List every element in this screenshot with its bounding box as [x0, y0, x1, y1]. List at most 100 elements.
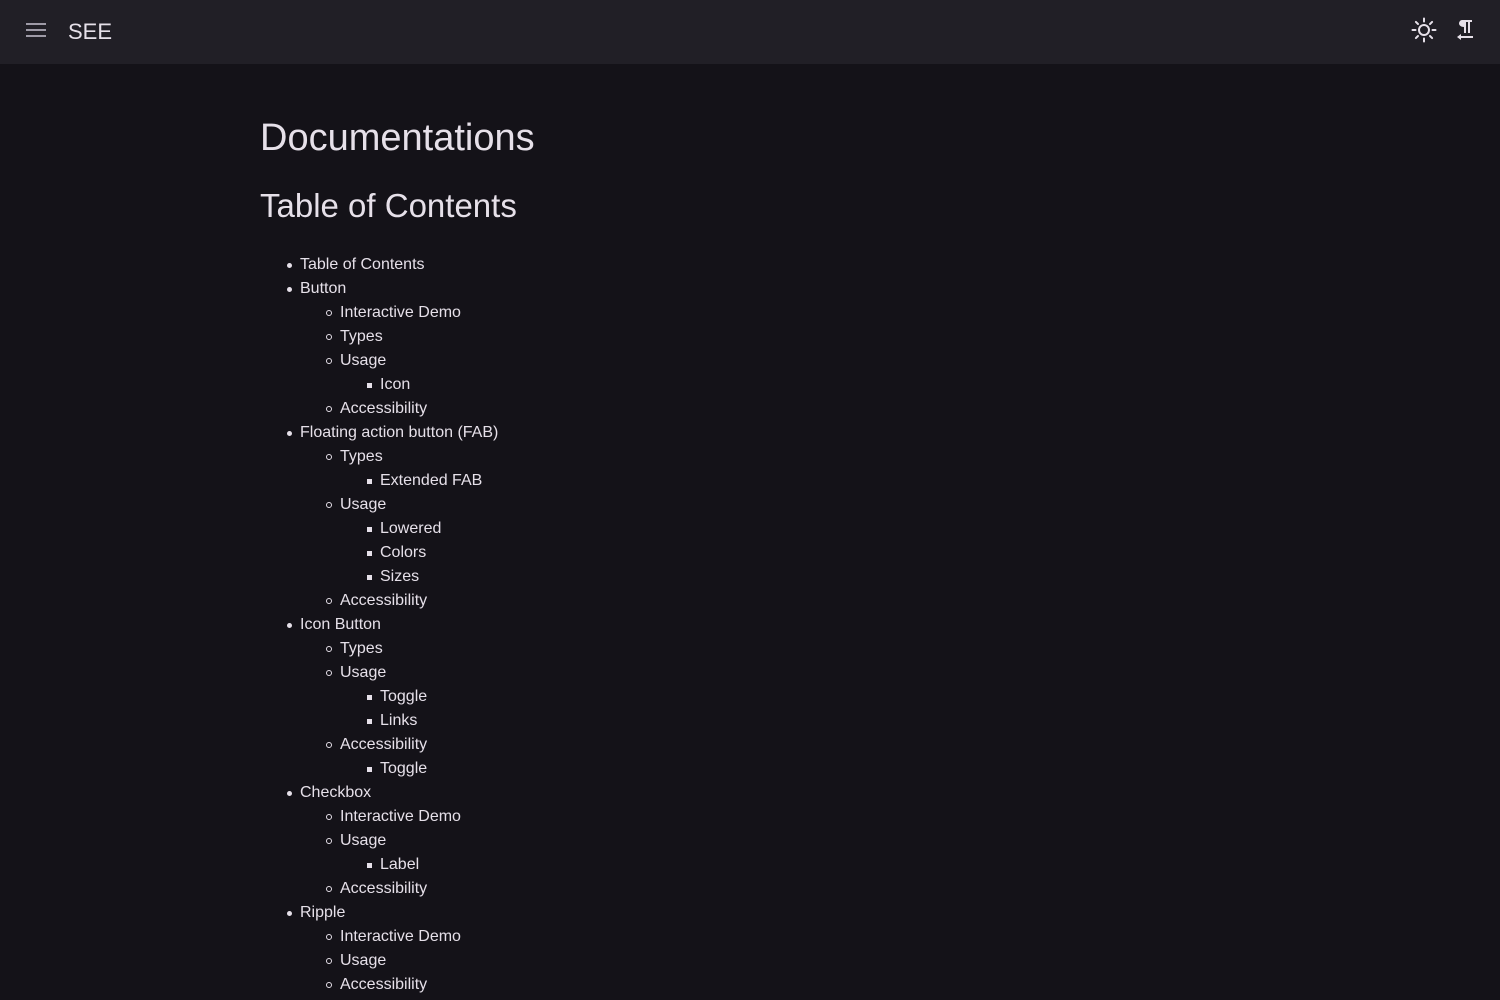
- toc-item[interactable]: Accessibility: [260, 877, 498, 901]
- toc-item-label: Accessibility: [340, 736, 428, 753]
- toc-item-label: Types: [340, 328, 383, 345]
- menu-icon: [26, 22, 46, 42]
- toc-item[interactable]: Label: [260, 853, 498, 877]
- toc-item[interactable]: Colors: [260, 541, 498, 565]
- bullet-circle-icon: [326, 358, 332, 364]
- page-title: Documentations: [260, 117, 535, 159]
- toc-item-label: Accessibility: [340, 976, 428, 993]
- bullet-disc-icon: [287, 791, 292, 796]
- bullet-square-icon: [367, 575, 372, 580]
- toc-item[interactable]: Interactive Demo: [260, 805, 498, 829]
- toc-item-label: Checkbox: [300, 784, 372, 801]
- toc-item-label: Interactive Demo: [340, 928, 461, 945]
- toc-item[interactable]: Accessibility: [260, 397, 498, 421]
- toc-item[interactable]: Icon Button: [260, 613, 498, 637]
- toc-item[interactable]: Icon: [260, 373, 498, 397]
- bullet-circle-icon: [326, 814, 332, 820]
- bullet-circle-icon: [326, 406, 332, 412]
- toc-item[interactable]: Sizes: [260, 565, 498, 589]
- toc-item[interactable]: Accessibility: [260, 733, 498, 757]
- toc-item[interactable]: Extended FAB: [260, 469, 498, 493]
- toc-item-label: Interactive Demo: [340, 304, 461, 321]
- bullet-circle-icon: [326, 958, 332, 964]
- bullet-disc-icon: [287, 287, 292, 292]
- text-direction-button[interactable]: [1444, 12, 1484, 52]
- toc-item[interactable]: Toggle: [260, 757, 498, 781]
- toc-item[interactable]: Lowered: [260, 517, 498, 541]
- toc-item[interactable]: Accessibility: [260, 973, 498, 997]
- bullet-square-icon: [367, 479, 372, 484]
- bullet-circle-icon: [326, 646, 332, 652]
- bullet-square-icon: [367, 863, 372, 868]
- bullet-square-icon: [367, 383, 372, 388]
- toc-item[interactable]: Checkbox: [260, 781, 498, 805]
- bullet-circle-icon: [326, 454, 332, 460]
- toc-item-label: Usage: [340, 952, 387, 969]
- bullet-circle-icon: [326, 670, 332, 676]
- bullet-circle-icon: [326, 742, 332, 748]
- toc-item-label: Icon: [380, 376, 411, 393]
- toc-item[interactable]: Button: [260, 277, 498, 301]
- bullet-circle-icon: [326, 310, 332, 316]
- bullet-disc-icon: [287, 263, 292, 268]
- toc-item[interactable]: Floating action button (FAB): [260, 421, 498, 445]
- toc-item[interactable]: Interactive Demo: [260, 925, 498, 949]
- app-title[interactable]: SEE: [68, 18, 112, 46]
- toc-item[interactable]: Usage: [260, 493, 498, 517]
- toc-item[interactable]: Types: [260, 325, 498, 349]
- bullet-disc-icon: [287, 431, 292, 436]
- toc-item-label: Accessibility: [340, 400, 428, 417]
- toc-item[interactable]: Ripple: [260, 901, 498, 925]
- bullet-circle-icon: [326, 934, 332, 940]
- bullet-square-icon: [367, 695, 372, 700]
- toc-item[interactable]: Interactive Demo: [260, 301, 498, 325]
- toc-item-label: Accessibility: [340, 880, 428, 897]
- toc-item[interactable]: Accessibility: [260, 589, 498, 613]
- toc-item[interactable]: Usage: [260, 349, 498, 373]
- table-of-contents: Table of Contents Button Interactive Demo T…: [260, 253, 498, 997]
- text-direction-icon: [1453, 18, 1475, 47]
- bullet-circle-icon: [326, 334, 332, 340]
- top-app-bar: SEE: [0, 0, 1500, 64]
- toc-item-label: Usage: [340, 352, 387, 369]
- toc-item[interactable]: Toggle: [260, 685, 498, 709]
- toc-item-label: Accessibility: [340, 592, 428, 609]
- toc-item[interactable]: Table of Contents: [260, 253, 498, 277]
- toc-item-label: Extended FAB: [380, 472, 483, 489]
- toc-item-label: Label: [380, 856, 420, 873]
- toc-item[interactable]: Usage: [260, 829, 498, 853]
- menu-button[interactable]: [16, 12, 56, 52]
- toc-item-label: Button: [300, 280, 347, 297]
- toc-heading: Table of Contents: [260, 187, 517, 224]
- toc-item-label: Usage: [340, 664, 387, 681]
- bullet-circle-icon: [326, 598, 332, 604]
- toc-item-label: Lowered: [380, 520, 442, 537]
- bullet-circle-icon: [326, 838, 332, 844]
- bullet-circle-icon: [326, 982, 332, 988]
- toc-item[interactable]: Types: [260, 637, 498, 661]
- toc-item-label: Colors: [380, 544, 427, 561]
- toc-item-label: Types: [340, 448, 383, 465]
- toc-item-label: Icon Button: [300, 616, 381, 633]
- theme-toggle-button[interactable]: [1404, 12, 1444, 52]
- bullet-circle-icon: [326, 886, 332, 892]
- toc-item-label: Usage: [340, 832, 387, 849]
- toc-item-label: Table of Contents: [300, 256, 425, 273]
- bullet-square-icon: [367, 527, 372, 532]
- toc-item-label: Types: [340, 640, 383, 657]
- toc-item-label: Floating action button (FAB): [300, 424, 499, 441]
- toc-item[interactable]: Usage: [260, 661, 498, 685]
- toc-item-label: Links: [380, 712, 418, 729]
- bullet-disc-icon: [287, 911, 292, 916]
- toc-item[interactable]: Links: [260, 709, 498, 733]
- toc-item-label: Usage: [340, 496, 387, 513]
- light-mode-icon: [1411, 17, 1437, 48]
- toc-item-label: Interactive Demo: [340, 808, 461, 825]
- bullet-square-icon: [367, 551, 372, 556]
- toc-item-label: Sizes: [380, 568, 420, 585]
- bullet-square-icon: [367, 767, 372, 772]
- toc-item[interactable]: Usage: [260, 949, 498, 973]
- bullet-disc-icon: [287, 623, 292, 628]
- toc-item-label: Toggle: [380, 760, 428, 777]
- toc-item[interactable]: Types: [260, 445, 498, 469]
